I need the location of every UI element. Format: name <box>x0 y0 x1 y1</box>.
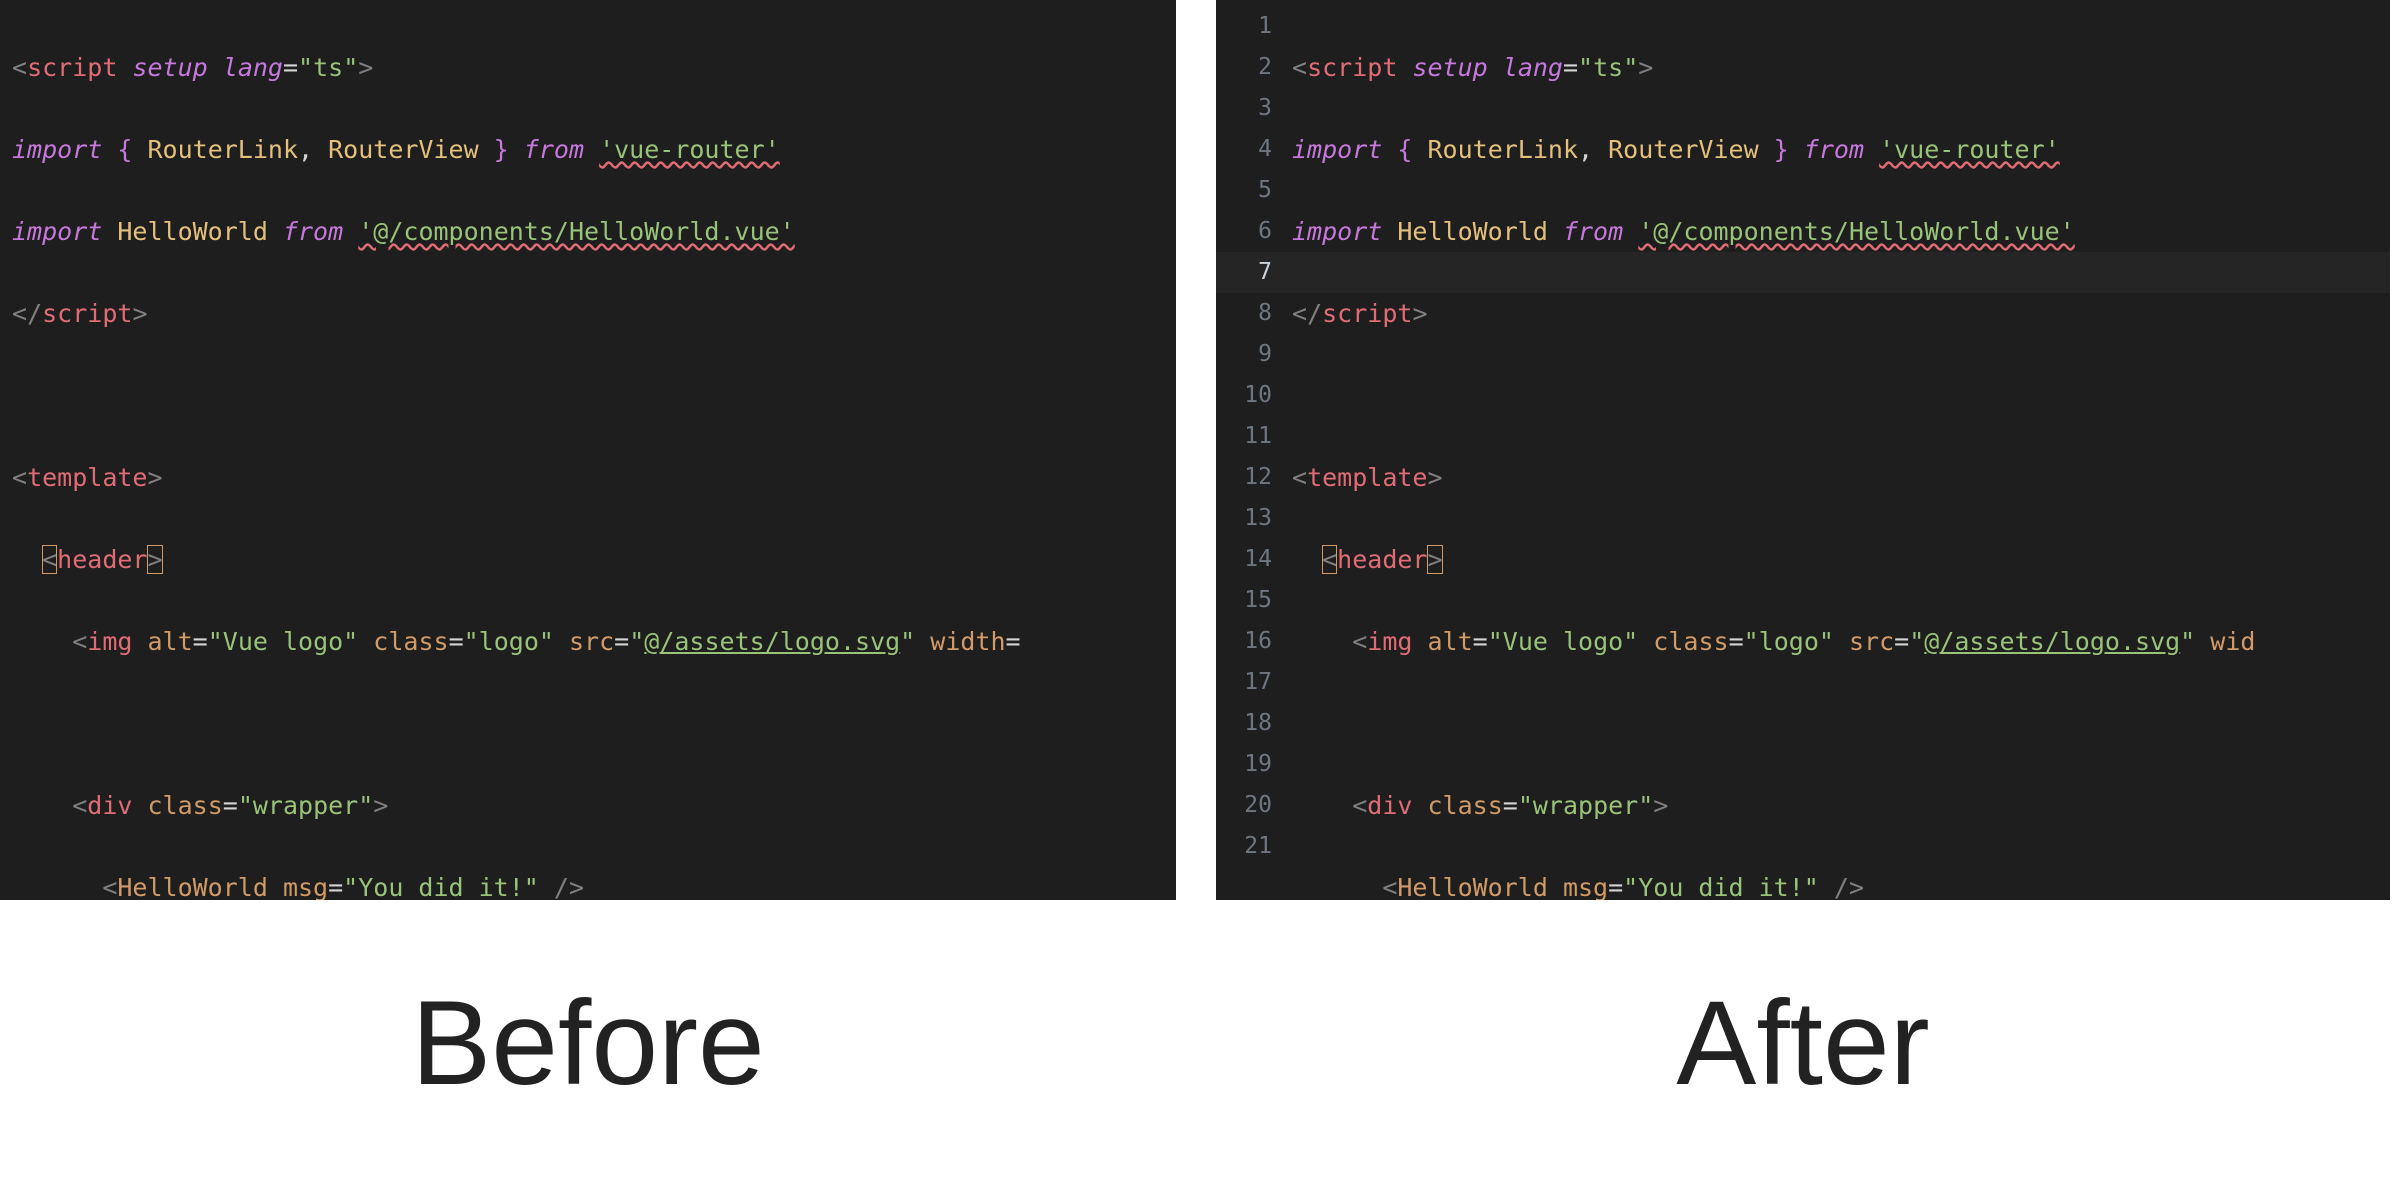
comparison-container: <script setup lang="ts"> import { Router… <box>0 0 2400 900</box>
code-line: <header> <box>1292 539 2390 580</box>
code-line: </script> <box>1292 293 2390 334</box>
line-number: 5 <box>1216 170 1272 211</box>
code-line: import HelloWorld from '@/components/Hel… <box>1292 211 2390 252</box>
code-line: <img alt="Vue logo" class="logo" src="@/… <box>12 621 1176 662</box>
line-number: 15 <box>1216 580 1272 621</box>
code-line: <script setup lang="ts"> <box>1292 47 2390 88</box>
line-number: 6 <box>1216 211 1272 252</box>
comparison-labels: Before After <box>0 900 2400 1186</box>
line-number: 13 <box>1216 498 1272 539</box>
line-number: 17 <box>1216 662 1272 703</box>
line-number: 20 <box>1216 785 1272 826</box>
code-line: <header> <box>12 539 1176 580</box>
after-editor-panel[interactable]: 1 2 3 4 5 6 7 8 9 10 11 12 13 14 15 16 1… <box>1216 0 2390 900</box>
code-line: <script setup lang="ts"> <box>12 47 1176 88</box>
line-number: 9 <box>1216 334 1272 375</box>
before-editor-panel[interactable]: <script setup lang="ts"> import { Router… <box>0 0 1176 900</box>
code-line: import { RouterLink, RouterView } from '… <box>12 129 1176 170</box>
code-line: <template> <box>12 457 1176 498</box>
code-line: <div class="wrapper"> <box>1292 785 2390 826</box>
code-line <box>1292 375 2390 416</box>
code-line <box>1292 703 2390 744</box>
code-editor-before[interactable]: <script setup lang="ts"> import { Router… <box>0 0 1176 900</box>
line-number: 2 <box>1216 47 1272 88</box>
line-number: 4 <box>1216 129 1272 170</box>
line-number: 1 <box>1216 6 1272 47</box>
line-number: 18 <box>1216 703 1272 744</box>
code-line <box>12 375 1176 416</box>
before-label: Before <box>0 974 1176 1112</box>
line-number: 19 <box>1216 744 1272 785</box>
code-line: <img alt="Vue logo" class="logo" src="@/… <box>1292 621 2390 662</box>
code-line: <template> <box>1292 457 2390 498</box>
code-line: import { RouterLink, RouterView } from '… <box>1292 129 2390 170</box>
line-number-gutter: 1 2 3 4 5 6 7 8 9 10 11 12 13 14 15 16 1… <box>1216 0 1292 900</box>
code-line: <HelloWorld msg="You did it!" /> <box>12 867 1176 900</box>
line-number: 8 <box>1216 293 1272 334</box>
line-number: 3 <box>1216 88 1272 129</box>
line-number: 21 <box>1216 826 1272 867</box>
after-label: After <box>1216 974 2390 1112</box>
line-number: 7 <box>1216 252 1272 293</box>
code-line: </script> <box>12 293 1176 334</box>
line-number: 11 <box>1216 416 1272 457</box>
code-line: <HelloWorld msg="You did it!" /> <box>1292 867 2390 900</box>
code-editor-after[interactable]: <script setup lang="ts"> import { Router… <box>1292 0 2390 900</box>
line-number: 10 <box>1216 375 1272 416</box>
line-number: 12 <box>1216 457 1272 498</box>
code-line <box>12 703 1176 744</box>
line-number: 14 <box>1216 539 1272 580</box>
code-line: <div class="wrapper"> <box>12 785 1176 826</box>
code-line: import HelloWorld from '@/components/Hel… <box>12 211 1176 252</box>
line-number: 16 <box>1216 621 1272 662</box>
